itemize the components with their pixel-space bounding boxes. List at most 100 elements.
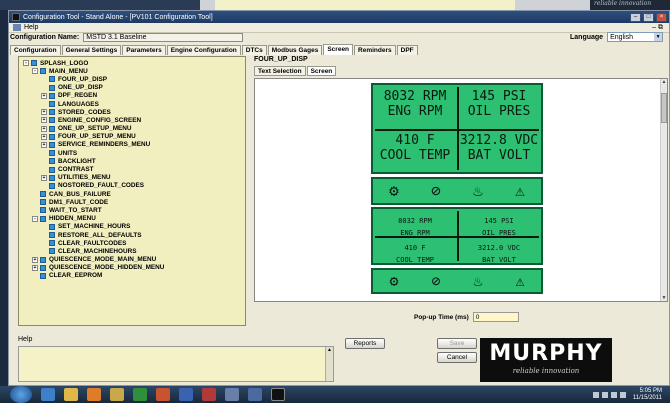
help-text-box[interactable]: ▲: [18, 346, 334, 382]
maximize-button[interactable]: □: [643, 12, 654, 22]
app-icon-window[interactable]: [248, 388, 262, 401]
tree-item-label: BACKLIGHT: [58, 157, 96, 165]
tree-item[interactable]: + DPF_REGEN: [23, 92, 245, 100]
tree-item[interactable]: CLEAR_FAULTCODES: [23, 239, 245, 247]
expand-icon[interactable]: +: [41, 174, 47, 181]
help-scrollbar[interactable]: ▲: [325, 347, 333, 381]
tree-item[interactable]: + UTILITIES_MENU: [23, 174, 245, 182]
lcd-cell: 145 PSI OIL PRES: [457, 209, 541, 237]
tree-item[interactable]: + ENGINE_CONFIG_SCREEN: [23, 116, 245, 124]
config-tool-task-icon[interactable]: [271, 388, 285, 401]
app-icon-red[interactable]: [202, 388, 216, 401]
tab-dtcs[interactable]: DTCs: [241, 45, 267, 55]
chevron-down-icon[interactable]: ▼: [654, 33, 663, 41]
volume-icon[interactable]: [619, 391, 626, 398]
screen-node-icon: [49, 84, 55, 91]
media-player-icon[interactable]: [87, 388, 101, 401]
vertical-scrollbar[interactable]: ▲ ▼: [660, 79, 667, 301]
tree-item[interactable]: + STORED_CODES: [23, 108, 245, 116]
tree-item[interactable]: + ONE_UP_SETUP_MENU: [23, 125, 245, 133]
tree-item[interactable]: CLEAR_MACHINEHOURS: [23, 247, 245, 255]
expand-icon[interactable]: +: [41, 117, 47, 124]
ie-icon[interactable]: [41, 388, 55, 401]
tab-parameters[interactable]: Parameters: [122, 45, 166, 55]
screen-panel: FOUR_UP_DISP Text Selection Screen 8032 …: [250, 56, 670, 328]
tree-item[interactable]: - SPLASH_LOGO: [23, 59, 245, 67]
tab-general-settings[interactable]: General Settings: [61, 45, 122, 55]
tree-item[interactable]: LANGUAGES: [23, 100, 245, 108]
tree-item-label: LANGUAGES: [58, 100, 99, 108]
tab-reminders[interactable]: Reminders: [354, 45, 396, 55]
lcd-value: 8032 RPM: [383, 89, 447, 104]
lcd-label: BAT VOLT: [467, 147, 531, 163]
tab-screen[interactable]: Screen: [323, 44, 354, 55]
tree-item[interactable]: FOUR_UP_DISP: [23, 75, 245, 83]
reports-button[interactable]: Reports: [345, 338, 385, 349]
collapse-icon[interactable]: -: [32, 215, 38, 222]
background-tagline: reliable innovation: [590, 0, 670, 10]
excel-icon[interactable]: [133, 388, 147, 401]
tree-item[interactable]: ONE_UP_DISP: [23, 84, 245, 92]
tree-item-label: HIDDEN_MENU: [49, 215, 96, 223]
config-name-field[interactable]: MSTD 3.1 Baseline: [83, 32, 244, 42]
lcd-cell: 410 F COOL TEMP: [373, 236, 457, 264]
expand-icon[interactable]: +: [32, 256, 38, 263]
tree-item[interactable]: NOSTORED_FAULT_CODES: [23, 182, 245, 190]
outlook-icon[interactable]: [110, 388, 124, 401]
tree-item[interactable]: RESTORE_ALL_DEFAULTS: [23, 231, 245, 239]
explorer-icon[interactable]: [64, 388, 78, 401]
tree-item[interactable]: + QUIESCENCE_MODE_MAIN_MENU: [23, 256, 245, 264]
tree-item[interactable]: - MAIN_MENU: [23, 67, 245, 75]
tree-item[interactable]: CLEAR_EEPROM: [23, 272, 245, 280]
tab-text-selection[interactable]: Text Selection: [254, 66, 306, 76]
clock[interactable]: 5:05 PM 11/15/2011: [633, 388, 662, 402]
powerpoint-icon[interactable]: [156, 388, 170, 401]
app-icon-blue[interactable]: [225, 388, 239, 401]
tray-icon[interactable]: [601, 391, 608, 398]
expand-icon[interactable]: +: [32, 264, 38, 271]
panel-title: FOUR_UP_DISP: [254, 56, 308, 63]
minimize-button[interactable]: –: [630, 12, 641, 22]
expand-icon[interactable]: +: [41, 133, 47, 140]
expand-icon[interactable]: +: [41, 109, 47, 116]
menu-help[interactable]: Help: [24, 24, 38, 31]
tree-item[interactable]: WAIT_TO_START: [23, 206, 245, 214]
expand-icon[interactable]: +: [41, 125, 47, 132]
save-button[interactable]: Save: [437, 338, 477, 349]
start-button[interactable]: [10, 386, 32, 403]
tab-engine-configuration[interactable]: Engine Configuration: [166, 45, 241, 55]
tree-item[interactable]: - HIDDEN_MENU: [23, 215, 245, 223]
mdi-controls[interactable]: – ⧉: [652, 24, 669, 32]
tree-item[interactable]: DM1_FAULT_CODE: [23, 198, 245, 206]
tree-item[interactable]: SET_MACHINE_HOURS: [23, 223, 245, 231]
tray-icon[interactable]: [592, 391, 599, 398]
tree-item-label: RESTORE_ALL_DEFAULTS: [58, 231, 142, 239]
expand-icon[interactable]: +: [41, 141, 47, 148]
scroll-up-icon[interactable]: ▲: [661, 79, 667, 85]
tree-item[interactable]: UNITS: [23, 149, 245, 157]
tree-item[interactable]: + FOUR_UP_SETUP_MENU: [23, 133, 245, 141]
tray-icon[interactable]: [610, 391, 617, 398]
tree-item[interactable]: + QUIESCENCE_MODE_HIDDEN_MENU: [23, 264, 245, 272]
language-select[interactable]: English ▼: [607, 32, 664, 42]
help-label: Help: [18, 336, 33, 343]
expand-icon[interactable]: +: [41, 92, 47, 99]
scroll-down-icon[interactable]: ▼: [661, 295, 667, 301]
cancel-button[interactable]: Cancel: [437, 352, 477, 363]
scroll-thumb[interactable]: [661, 93, 667, 123]
tab-screen[interactable]: Screen: [306, 66, 337, 76]
word-icon[interactable]: [179, 388, 193, 401]
tree-item[interactable]: CONTRAST: [23, 165, 245, 173]
popup-time-input[interactable]: 0: [472, 312, 519, 322]
tree-item[interactable]: CAN_BUS_FAILURE: [23, 190, 245, 198]
tab-modbus-gages[interactable]: Modbus Gages: [267, 45, 323, 55]
warning-icon: ⚠: [515, 272, 525, 290]
collapse-icon[interactable]: -: [23, 60, 29, 67]
tree-item[interactable]: BACKLIGHT: [23, 157, 245, 165]
menu-tree[interactable]: - SPLASH_LOGO - MAIN_MENU FOUR_UP_DISP ONE_UP…: [18, 56, 246, 326]
tree-item[interactable]: + SERVICE_REMINDERS_MENU: [23, 141, 245, 149]
collapse-icon[interactable]: -: [32, 68, 38, 75]
tab-dpf[interactable]: DPF: [396, 45, 418, 55]
tab-configuration[interactable]: Configuration: [10, 45, 61, 55]
close-button[interactable]: ×: [656, 12, 667, 22]
